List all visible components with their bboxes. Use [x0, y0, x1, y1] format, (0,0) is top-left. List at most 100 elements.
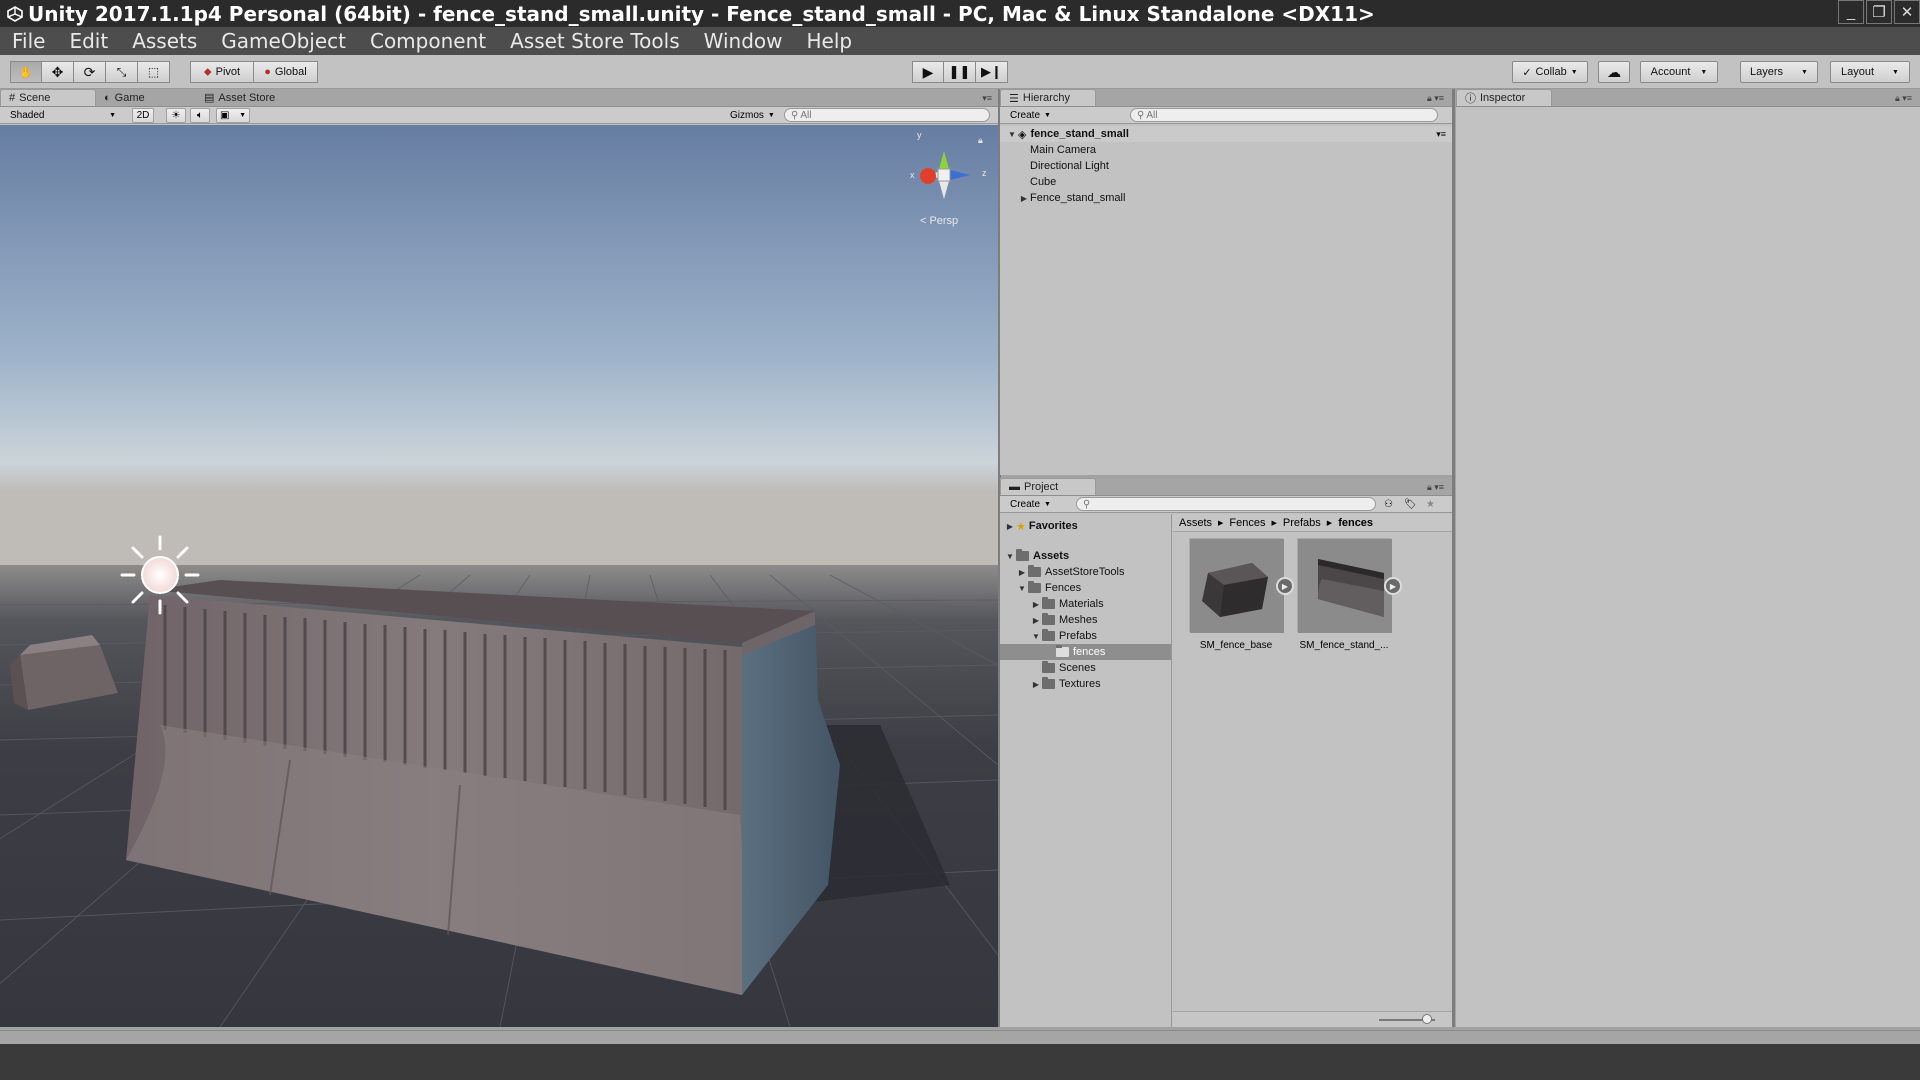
- scene-lighting-button[interactable]: ☀: [166, 107, 186, 123]
- restore-button[interactable]: ❐: [1866, 0, 1892, 24]
- layout-label: Layout: [1841, 66, 1875, 78]
- menu-file[interactable]: File: [0, 29, 57, 53]
- tree-item[interactable]: ▶ AssetStoreTools: [1000, 564, 1171, 580]
- move-tool-button[interactable]: ✥: [42, 61, 74, 83]
- filter-by-label-icon[interactable]: 🏷︎: [1404, 499, 1417, 510]
- gizmos-dropdown[interactable]: Gizmos ▼: [724, 108, 776, 123]
- collab-dropdown[interactable]: ✓ Collab ▼: [1512, 61, 1588, 83]
- hierarchy-tabbar: ☰ Hierarchy 🔒︎ ▾≡: [1000, 89, 1452, 107]
- account-dropdown[interactable]: Account ▼: [1640, 61, 1718, 83]
- asset-tile[interactable]: ▶ SM_fence_base: [1187, 538, 1294, 651]
- star-icon[interactable]: ★: [1426, 499, 1435, 510]
- play-icon: ▶: [922, 63, 934, 80]
- menu-component[interactable]: Component: [358, 29, 498, 53]
- menu-window[interactable]: Window: [692, 29, 795, 53]
- rotate-tool-button[interactable]: ⟳: [74, 61, 106, 83]
- tree-item-selected[interactable]: fences: [1000, 644, 1171, 660]
- scene-menu-icon[interactable]: ▾≡: [1436, 129, 1446, 140]
- bottom-bar: [0, 1044, 1920, 1080]
- cloud-button[interactable]: ☁: [1598, 61, 1630, 83]
- tree-item[interactable]: ▶ Meshes: [1000, 612, 1171, 628]
- layout-dropdown[interactable]: Layout ▼: [1830, 61, 1910, 83]
- gizmo-lock-icon[interactable]: 🔒︎: [978, 135, 983, 146]
- hierarchy-item-label: Directional Light: [1030, 160, 1109, 172]
- lock-icon[interactable]: 🔒︎ ▾≡: [1427, 482, 1444, 493]
- project-search-input[interactable]: ⚲: [1076, 497, 1376, 511]
- project-create-dropdown[interactable]: Create ▼: [1004, 497, 1056, 512]
- asset-thumbnail: ▶: [1297, 538, 1402, 633]
- hierarchy-item[interactable]: Cube: [1000, 174, 1452, 190]
- chevron-right-icon: ▶: [1326, 519, 1333, 527]
- scene-search-input[interactable]: ⚲ All: [784, 108, 990, 122]
- expand-arrow-icon[interactable]: ▶: [1018, 194, 1030, 203]
- hierarchy-item[interactable]: ▶ Fence_stand_small: [1000, 190, 1452, 206]
- hand-tool-button[interactable]: ✋: [10, 61, 42, 83]
- minimize-button[interactable]: _: [1838, 0, 1864, 24]
- assets-root-row[interactable]: ▼ Assets: [1000, 548, 1171, 564]
- breadcrumb-item[interactable]: fences: [1338, 517, 1373, 529]
- rect-tool-button[interactable]: ⬚: [138, 61, 170, 83]
- hierarchy-item[interactable]: Main Camera: [1000, 142, 1452, 158]
- hierarchy-item[interactable]: Directional Light: [1000, 158, 1452, 174]
- scene-effects-dropdown[interactable]: ▣ ▼: [216, 107, 250, 123]
- play-icon[interactable]: ▶: [1384, 577, 1402, 595]
- project-tabbar: ▬ Project 🔒︎ ▾≡: [1000, 478, 1452, 496]
- hierarchy-panel: ☰ Hierarchy 🔒︎ ▾≡ Create ▼ ⚲ All ▼ ◈ fen…: [1000, 89, 1452, 475]
- shading-mode-dropdown[interactable]: Shaded ▼: [4, 108, 122, 123]
- play-icon[interactable]: ▶: [1276, 577, 1294, 595]
- step-button[interactable]: ▶❙: [976, 61, 1008, 83]
- lock-icon[interactable]: 🔒︎ ▾≡: [1895, 93, 1912, 104]
- menu-assets[interactable]: Assets: [120, 29, 209, 53]
- pivot-toggle-button[interactable]: ⬥ Pivot: [190, 61, 254, 83]
- play-button[interactable]: ▶: [912, 61, 944, 83]
- layers-dropdown[interactable]: Layers ▼: [1740, 61, 1818, 83]
- projection-toggle[interactable]: < Persp: [920, 215, 958, 227]
- pause-icon: ❚❚: [948, 64, 971, 79]
- breadcrumb-item[interactable]: Assets: [1179, 517, 1212, 529]
- panel-divider[interactable]: [1452, 89, 1455, 1027]
- scale-tool-button[interactable]: ⤡: [106, 61, 138, 83]
- tree-item[interactable]: ▶ Textures: [1000, 676, 1171, 692]
- scene-viewport[interactable]: y x z 🔒︎ < Persp: [0, 125, 998, 1027]
- gizmos-label: Gizmos: [730, 109, 764, 121]
- pause-button[interactable]: ❚❚: [944, 61, 976, 83]
- tab-hierarchy[interactable]: ☰ Hierarchy: [1000, 89, 1096, 106]
- scene-audio-button[interactable]: 🔈︎: [190, 107, 210, 123]
- tab-game[interactable]: ◐ Game: [96, 89, 196, 106]
- tree-item[interactable]: ▶ Materials: [1000, 596, 1171, 612]
- zoom-slider-handle[interactable]: [1421, 1014, 1432, 1024]
- scene-tabbar: # Scene ◐ Game ▤ Asset Store ▾≡: [0, 89, 998, 107]
- toggle-2d-button[interactable]: 2D: [132, 107, 154, 123]
- project-panel: ▬ Project 🔒︎ ▾≡ Create ▼ ⚲ ⚇ 🏷︎ ★ ▶ ★ Fa…: [1000, 478, 1452, 1027]
- menu-gameobject[interactable]: GameObject: [209, 29, 358, 53]
- menu-edit[interactable]: Edit: [57, 29, 120, 53]
- tab-inspector[interactable]: ⓘ Inspector: [1456, 89, 1552, 106]
- menu-help[interactable]: Help: [794, 29, 864, 53]
- favorites-row[interactable]: ▶ ★ Favorites: [1000, 518, 1171, 534]
- folder-icon: [1056, 645, 1069, 657]
- hierarchy-create-dropdown[interactable]: Create ▼: [1004, 108, 1056, 123]
- chevron-right-icon: ▶: [1271, 519, 1277, 527]
- lock-icon[interactable]: 🔒︎ ▾≡: [1427, 93, 1444, 104]
- tab-asset-store[interactable]: ▤ Asset Store: [196, 89, 296, 106]
- folder-icon: [1028, 565, 1041, 577]
- panel-menu-icon[interactable]: ▾≡: [982, 93, 992, 104]
- menu-asset-store-tools[interactable]: Asset Store Tools: [498, 29, 692, 53]
- close-button[interactable]: ✕: [1894, 0, 1920, 24]
- filter-by-type-icon[interactable]: ⚇: [1384, 499, 1393, 510]
- collab-label: Collab: [1535, 66, 1567, 78]
- tab-scene[interactable]: # Scene: [0, 89, 96, 106]
- folder-icon: [1042, 597, 1055, 609]
- tree-item[interactable]: ▼ Prefabs: [1000, 628, 1171, 644]
- favorites-label: Favorites: [1028, 520, 1078, 532]
- tree-item[interactable]: Scenes: [1000, 660, 1171, 676]
- breadcrumb-item[interactable]: Fences: [1229, 517, 1265, 529]
- tree-item[interactable]: ▼ Fences: [1000, 580, 1171, 596]
- global-toggle-button[interactable]: ● Global: [254, 61, 318, 83]
- hierarchy-search-input[interactable]: ⚲ All: [1130, 108, 1438, 122]
- breadcrumb-item[interactable]: Prefabs: [1283, 517, 1321, 529]
- hierarchy-scene-row[interactable]: ▼ ◈ fence_stand_small ▾≡: [1000, 126, 1452, 142]
- chevron-down-icon: ▼: [109, 111, 116, 119]
- tab-project[interactable]: ▬ Project: [1000, 478, 1096, 495]
- asset-tile[interactable]: ▶ SM_fence_stand_...: [1295, 538, 1402, 651]
